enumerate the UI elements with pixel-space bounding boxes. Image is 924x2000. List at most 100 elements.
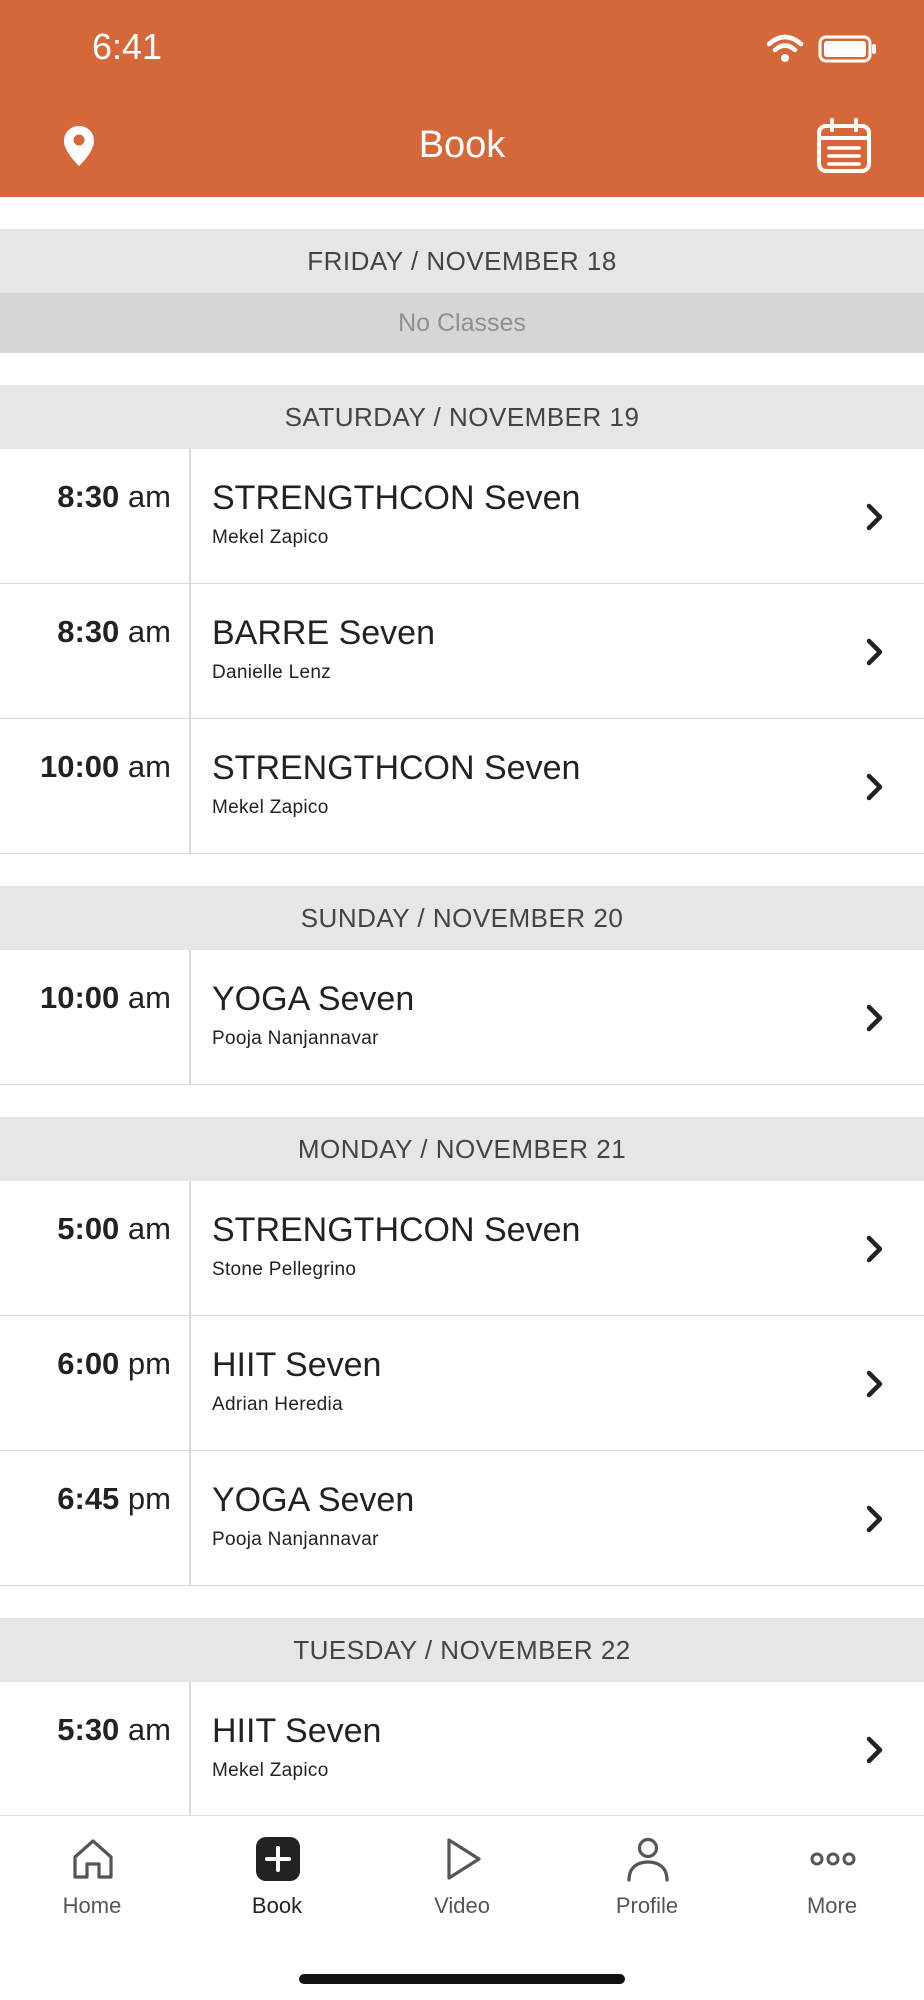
class-time: 5:30 am — [57, 1712, 171, 1748]
time-column: 8:30 am — [0, 449, 191, 583]
class-time-period: am — [127, 749, 171, 784]
class-time-period: am — [127, 1211, 171, 1246]
instructor-name: Mekel Zapico — [212, 797, 329, 818]
chevron-right-icon — [866, 1370, 883, 1398]
class-time: 6:00 pm — [57, 1346, 171, 1382]
class-time: 5:00 am — [57, 1211, 171, 1247]
day-section: SATURDAY / NOVEMBER 19 8:30 am STRENGTHCON… — [0, 385, 924, 854]
more-icon — [810, 1852, 856, 1866]
class-row[interactable]: 6:45 pm YOGA Seven Pooja Nanjannavar — [0, 1451, 924, 1586]
class-time-value: 5:00 — [57, 1211, 120, 1246]
instructor-name: Pooja Nanjannavar — [212, 1529, 379, 1550]
instructor-name: Stone Pellegrino — [212, 1259, 357, 1280]
top-header: 6:41 Book — [0, 0, 924, 197]
class-row[interactable]: 10:00 am STRENGTHCON Seven Mekel Zapico — [0, 719, 924, 854]
chevron-right-icon — [866, 1004, 883, 1032]
tab-label: Home — [62, 1893, 122, 1918]
time-column: 5:00 am — [0, 1181, 191, 1315]
tab-label: Book — [251, 1893, 303, 1918]
class-row[interactable]: 8:30 am BARRE Seven Danielle Lenz — [0, 584, 924, 719]
class-time-period: am — [127, 614, 171, 649]
class-name: HIIT Seven — [212, 1346, 382, 1384]
class-name: STRENGTHCON Seven — [212, 749, 581, 787]
class-time-period: pm — [127, 1346, 171, 1381]
profile-icon — [627, 1837, 669, 1882]
class-schedule-list[interactable]: FRIDAY / NOVEMBER 18 No Classes SATURDAY /… — [0, 197, 924, 1815]
class-name: BARRE Seven — [212, 614, 435, 652]
home-icon — [73, 1839, 113, 1879]
class-row[interactable]: 6:00 pm HIIT Seven Adrian Heredia — [0, 1316, 924, 1451]
class-time-value: 10:00 — [40, 749, 120, 784]
class-time-value: 8:30 — [57, 479, 120, 514]
chevron-right-icon — [866, 1235, 883, 1263]
time-column: 5:30 am — [0, 1682, 191, 1815]
book-plus-icon — [256, 1837, 300, 1881]
page-title: Book — [418, 124, 506, 166]
class-time-period: am — [127, 1712, 171, 1747]
class-time-period: am — [127, 479, 171, 514]
class-row[interactable]: 5:00 am STRENGTHCON Seven Stone Pellegrino — [0, 1181, 924, 1316]
day-section: TUESDAY / NOVEMBER 22 5:30 am HIIT Seven Me… — [0, 1618, 924, 1815]
class-time: 10:00 am — [40, 749, 171, 785]
no-classes-label: No Classes — [0, 293, 924, 353]
status-time: 6:41 — [92, 26, 163, 67]
class-row[interactable]: 5:30 am HIIT Seven Mekel Zapico — [0, 1682, 924, 1815]
class-name: STRENGTHCON Seven — [212, 1211, 581, 1249]
chevron-right-icon — [866, 503, 883, 531]
class-name: HIIT Seven — [212, 1712, 382, 1750]
tab-book[interactable]: Book — [185, 1816, 369, 1941]
tab-more[interactable]: More — [740, 1816, 924, 1941]
class-time: 6:45 pm — [57, 1481, 171, 1517]
class-name: STRENGTHCON Seven — [212, 479, 581, 517]
instructor-name: Pooja Nanjannavar — [212, 1028, 379, 1049]
day-header: SUNDAY / NOVEMBER 20 — [0, 886, 924, 950]
battery-icon — [818, 35, 876, 63]
class-row[interactable]: 8:30 am STRENGTHCON Seven Mekel Zapico — [0, 449, 924, 584]
chevron-right-icon — [866, 773, 883, 801]
chevron-right-icon — [866, 1505, 883, 1533]
home-indicator — [299, 1974, 625, 1984]
instructor-name: Danielle Lenz — [212, 662, 332, 683]
tab-bar: Home Book Video Profile More — [0, 1815, 924, 2000]
day-header: TUESDAY / NOVEMBER 22 — [0, 1618, 924, 1682]
time-column: 10:00 am — [0, 950, 191, 1084]
day-section: SUNDAY / NOVEMBER 20 10:00 am YOGA Seven Po… — [0, 886, 924, 1085]
play-icon — [447, 1838, 481, 1880]
calendar-icon[interactable] — [816, 118, 872, 174]
class-time: 8:30 am — [57, 614, 171, 650]
tab-label: More — [806, 1893, 858, 1918]
class-time-value: 8:30 — [57, 614, 120, 649]
tab-home[interactable]: Home — [0, 1816, 184, 1941]
chevron-right-icon — [866, 1736, 883, 1764]
time-column: 6:00 pm — [0, 1316, 191, 1450]
class-time-value: 6:00 — [57, 1346, 120, 1381]
class-row[interactable]: 10:00 am YOGA Seven Pooja Nanjannavar — [0, 950, 924, 1085]
time-column: 10:00 am — [0, 719, 191, 853]
class-time-value: 10:00 — [40, 980, 120, 1015]
tab-label: Profile — [615, 1893, 679, 1918]
instructor-name: Mekel Zapico — [212, 527, 329, 548]
class-time-value: 6:45 — [57, 1481, 120, 1516]
tab-video[interactable]: Video — [370, 1816, 554, 1941]
time-column: 8:30 am — [0, 584, 191, 718]
class-time-value: 5:30 — [57, 1712, 120, 1747]
class-time: 10:00 am — [40, 980, 171, 1016]
chevron-right-icon — [866, 638, 883, 666]
class-time-period: pm — [127, 1481, 171, 1516]
wifi-icon — [766, 34, 804, 62]
tab-profile[interactable]: Profile — [555, 1816, 739, 1941]
app-screen: 6:41 Book FRIDAY / NOVEMBER 18 No Classes… — [0, 0, 924, 2000]
class-name: YOGA Seven — [212, 1481, 415, 1519]
class-time: 8:30 am — [57, 479, 171, 515]
class-time-period: am — [127, 980, 171, 1015]
class-name: YOGA Seven — [212, 980, 415, 1018]
day-section: FRIDAY / NOVEMBER 18 No Classes — [0, 229, 924, 353]
time-column: 6:45 pm — [0, 1451, 191, 1585]
day-header: SATURDAY / NOVEMBER 19 — [0, 385, 924, 449]
day-header: FRIDAY / NOVEMBER 18 — [0, 229, 924, 293]
day-header: MONDAY / NOVEMBER 21 — [0, 1117, 924, 1181]
instructor-name: Adrian Heredia — [212, 1394, 343, 1415]
tab-label: Video — [434, 1893, 490, 1918]
day-section: MONDAY / NOVEMBER 21 5:00 am STRENGTHCON S… — [0, 1117, 924, 1586]
instructor-name: Mekel Zapico — [212, 1760, 329, 1781]
